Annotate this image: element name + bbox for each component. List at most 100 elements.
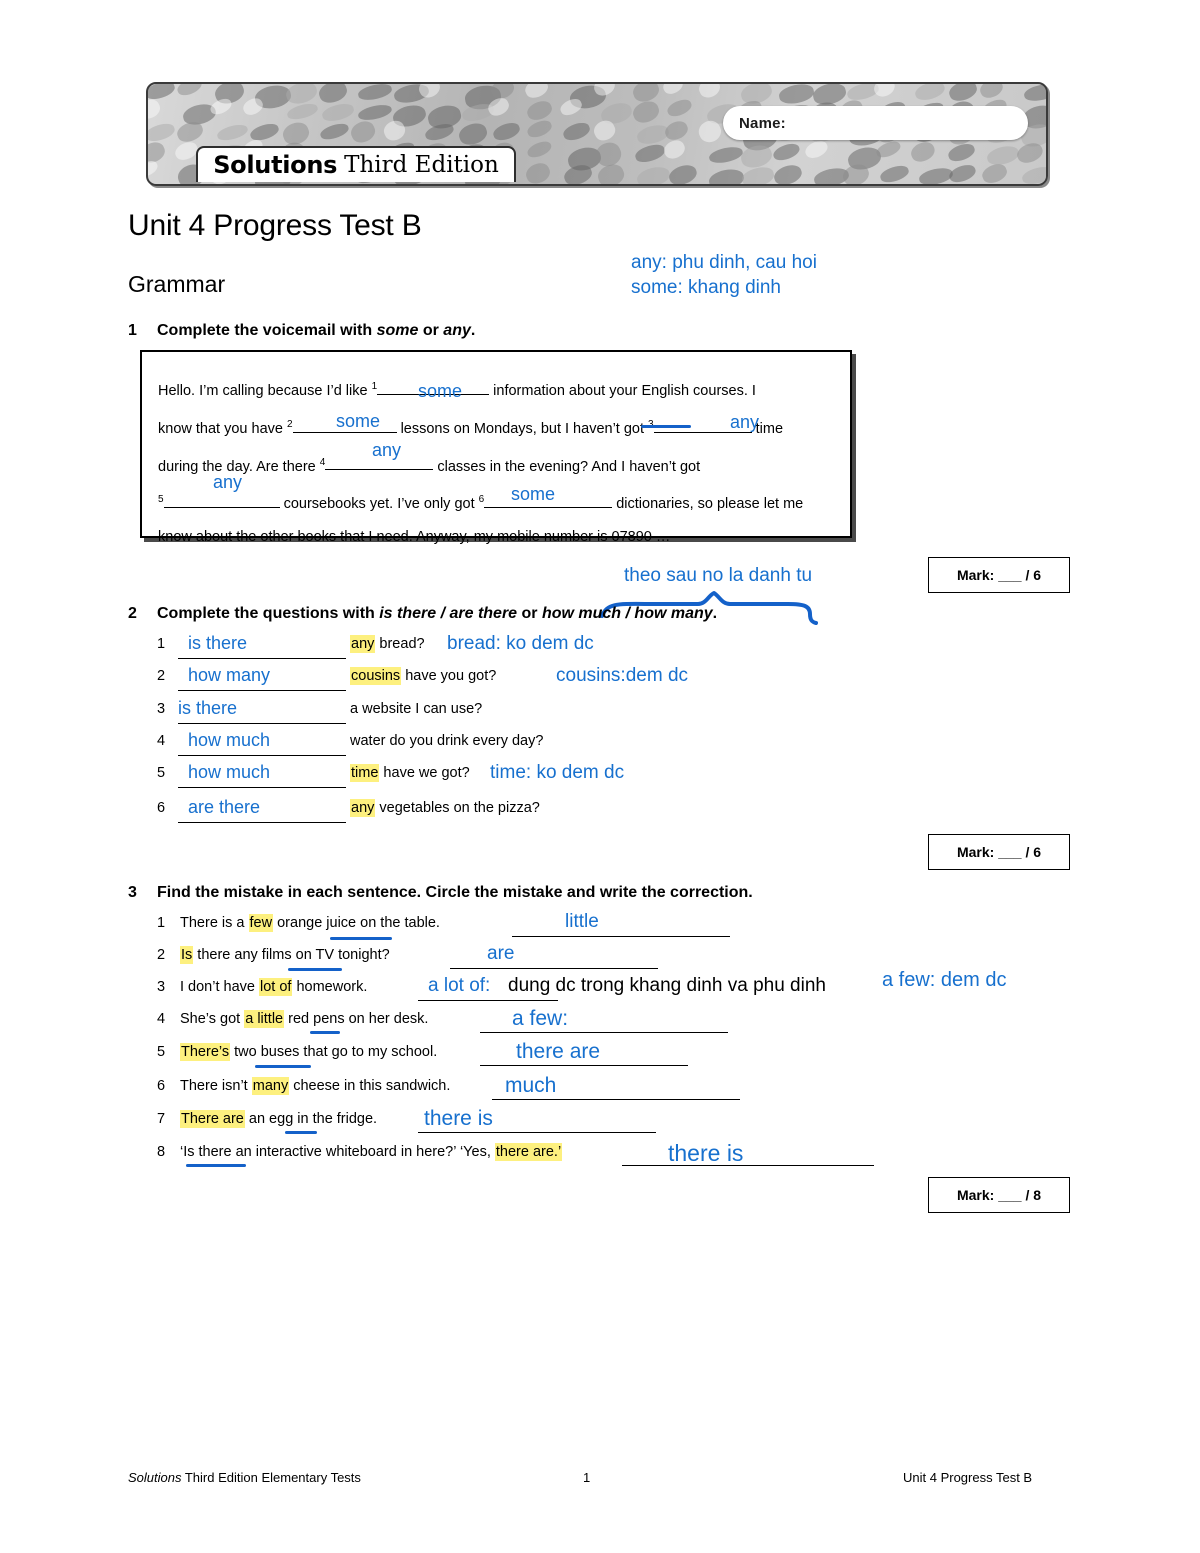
vm-sup-1: 1 [371,381,378,392]
vm-blank-6[interactable] [484,507,613,509]
ex3-highlight: There are [180,1110,245,1128]
name-field[interactable]: Name: [723,106,1028,140]
ex2-question-text: cousins have you got? [350,667,497,685]
annotation-some-any: any: phu dinh, cau hoi some: khang dinh [631,252,817,298]
ex2-answer-text: is there [188,633,248,653]
voicemail-line-4: 5 coursebooks yet. I’ve only got 6 dicti… [158,483,834,521]
footer-page-number: 1 [583,1470,591,1485]
vm-text-2b: lessons on Mondays, but I haven’t got [396,420,649,437]
ex1-answer-3: any [730,412,760,432]
ex2-highlight: any [350,799,376,817]
ex3-highlight: few [248,914,274,932]
ex3-answer-line[interactable] [480,1032,728,1033]
ex2-highlight: any [350,635,376,653]
ex2-instr-mid: or [517,605,542,622]
ex2-answer-text: how much [188,762,271,782]
ex3-correction: a few: [512,1007,569,1030]
ex2-answer-text: is there [178,698,238,718]
ex1-instr-pre: Complete the voicemail with [157,322,377,339]
ex2-question-text: time have we got? [350,764,470,782]
vm-blank-4[interactable] [325,469,434,471]
ex3-item-number: 2 [157,947,166,963]
ex2-instr-pre: Complete the questions with [157,605,380,622]
ex2-item-number: 2 [157,668,166,684]
ex2-answer-line[interactable] [178,787,346,788]
vm-text-1a: Hello. I’m calling because I’d like [158,382,372,399]
ex3-sentence: Is there any films on TV tonight? [180,946,390,964]
exercise-1-instruction: Complete the voicemail with some or any. [157,322,475,340]
ex1-instr-end: . [470,322,476,339]
blue-underline-red [310,1031,340,1034]
blue-underline-films [288,968,342,971]
ex3-sentence: There’s two buses that go to my school. [180,1043,438,1061]
ex1-instr-some: some [376,322,419,339]
ex3-answer-line[interactable] [480,1065,688,1066]
ex3-answer-line[interactable] [622,1165,874,1166]
footer-left: Solutions Third Edition Elementary Tests [128,1470,361,1485]
ex1-instr-any: any [443,322,471,339]
ex2-answer-line[interactable] [178,822,346,823]
blue-underline-egg [285,1131,317,1134]
mark-box-exercise-2: Mark: ___ / 6 [928,834,1070,870]
exercise-1-number: 1 [128,322,137,339]
ex3-answer-line[interactable] [450,968,658,969]
ex3-sentence: She’s got a little red pens on her desk. [180,1010,429,1028]
ex3-answer-line[interactable] [418,1132,656,1133]
blue-underline-buses [255,1065,311,1068]
vm-sup-5: 5 [158,494,164,506]
ex2-question-text: any bread? [350,635,425,653]
ex2-item-number: 5 [157,765,166,781]
ex3-correction: are [487,943,515,964]
ex1-answer-6: some [511,484,556,504]
ex3-correction: there is [424,1107,493,1130]
ex3-item-number: 1 [157,915,166,931]
vm-sup-2: 2 [286,418,293,430]
mark-3-label: Mark: ___ / 8 [956,1187,1042,1203]
ex3-sentence: There are an egg in the fridge. [180,1110,378,1128]
annotation-brace-note: theo sau no la danh tu [624,565,813,586]
ex3-item-number: 3 [157,979,166,995]
ex2-instr-isthere: is there / are there [379,605,518,622]
ex2-answer-line[interactable] [178,755,346,756]
ex3-highlight: lot of [259,978,293,996]
ex3-correction: there are [516,1040,601,1063]
mark-2-label: Mark: ___ / 6 [956,844,1042,860]
ex2-item-number: 3 [157,701,166,717]
ex2-answer-line[interactable] [178,723,346,724]
ex2-question-text: water do you drink every day? [350,733,544,749]
ex2-highlight: cousins [350,667,402,685]
vm-text-3b: classes in the evening? And I haven’t go… [433,458,701,475]
ex2-annotation: bread: ko dem dc [447,633,594,654]
exercise-3-instruction: Find the mistake in each sentence. Circl… [157,884,753,901]
logo-solutions-text: Solutions [213,151,338,179]
ex2-annotation: cousins:dem dc [556,665,689,686]
solutions-logo: Solutions Third Edition [196,146,516,182]
ex2-answer-line[interactable] [178,690,346,691]
ex3-correction-note: dung dc trong khang dinh va phu dinh [508,975,826,996]
ex3-correction: there is [668,1140,744,1166]
ex2-answer-line[interactable] [178,658,346,659]
vm-text-4c: dictionaries, so please let me [612,496,804,513]
ex1-answer-1: some [418,381,463,401]
ex1-answer-4: any [372,440,402,460]
vm-blank-5[interactable] [163,507,280,509]
section-title: Grammar [128,271,226,297]
voicemail-line-3: during the day. Are there 4 classes in t… [158,446,834,484]
ex2-item-number: 4 [157,733,166,749]
voicemail-line-1: Hello. I’m calling because I’d like 1 in… [158,370,834,408]
ex3-item-number: 7 [157,1111,166,1127]
ex3-sentence: I don’t have lot of homework. [180,978,368,996]
ex2-annotation: time: ko dem dc [490,762,625,783]
name-label: Name: [739,114,786,132]
ex3-answer-line[interactable] [512,936,730,937]
ex3-item-number: 8 [157,1144,166,1160]
ex1-answer-5: any [213,472,243,492]
voicemail-line-5: know about the other books that I need. … [158,529,671,546]
ex3-answer-line[interactable] [418,1000,558,1001]
ex3-highlight: there are.’ [494,1143,563,1161]
annotation-a-few: a few: dem dc [882,969,1007,991]
vm-text-4b: coursebooks yet. I’ve only got [279,496,479,513]
ex2-instr-howmuch: how much / how many [541,605,713,622]
exercise-2-instruction: Complete the questions with is there / a… [157,605,717,623]
ex3-answer-line[interactable] [492,1099,740,1100]
